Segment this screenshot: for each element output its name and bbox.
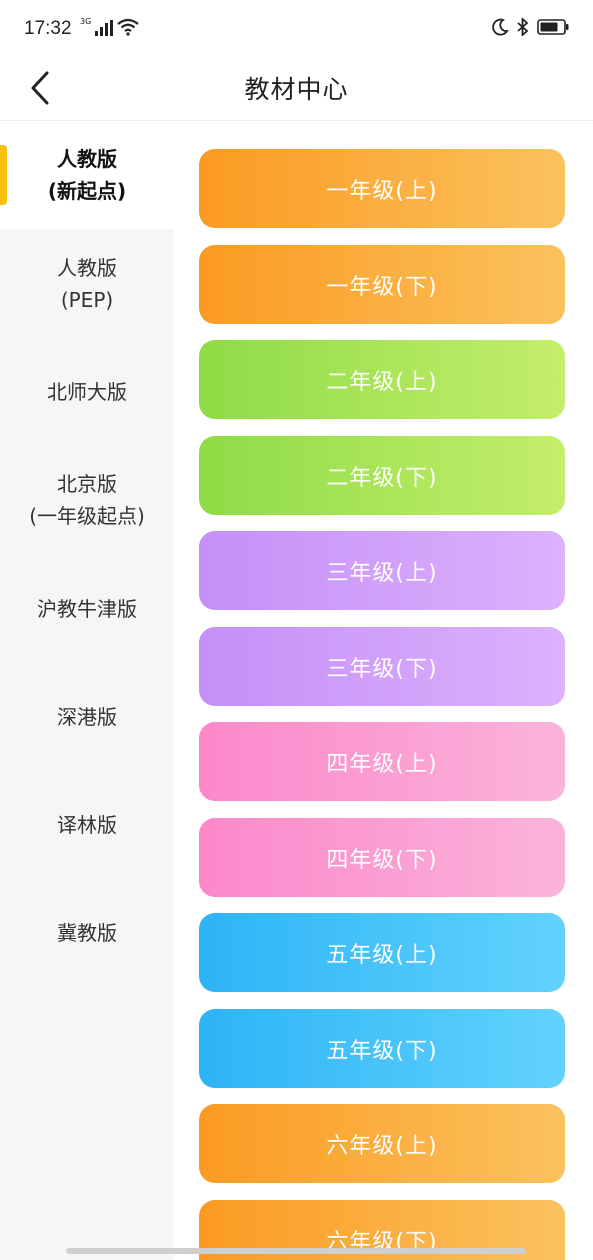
sidebar: 人教版 (新起点) 人教版 (PEP) 北师大版 北京版 (一年级起点) 沪教牛… [0,121,174,1260]
grade-button-6-up[interactable]: 六年级(上) [199,1104,565,1183]
home-indicator [66,1248,526,1254]
signal-icon [95,20,114,36]
grade-button-2-down[interactable]: 二年级(下) [199,436,565,515]
status-left-icons: 3G [80,18,139,36]
status-bar: 17:32 3G [0,0,593,58]
sidebar-item-shengang[interactable]: 深港版 [0,663,174,771]
grade-button-5-up[interactable]: 五年级(上) [199,913,565,992]
grade-button-5-down[interactable]: 五年级(下) [199,1009,565,1088]
sidebar-item-renjiao-xinqidian[interactable]: 人教版 (新起点) [0,121,174,229]
battery-icon [537,19,569,35]
active-indicator [0,145,7,205]
sidebar-item-label: 沪教牛津版 [37,597,137,621]
network-type-label: 3G [80,17,92,26]
sidebar-item-label: 译林版 [57,813,117,837]
page-title: 教材中心 [244,75,349,104]
sidebar-item-renjiao-pep[interactable]: 人教版 (PEP) [0,229,174,339]
wifi-icon [117,18,139,36]
grade-button-3-down[interactable]: 三年级(下) [199,627,565,706]
grade-button-1-down[interactable]: 一年级(下) [199,245,565,324]
sidebar-item-sublabel: (新起点) [47,179,127,203]
sidebar-item-yilin[interactable]: 译林版 [0,771,174,879]
sidebar-item-label: 人教版 [57,147,117,171]
sidebar-item-jijiao[interactable]: 冀教版 [0,879,174,987]
grade-button-3-up[interactable]: 三年级(上) [199,531,565,610]
sidebar-item-label: 北师大版 [47,380,127,404]
bluetooth-icon [517,18,529,36]
status-time: 17:32 [24,18,72,39]
header: 教材中心 [0,58,593,121]
sidebar-item-hujiao-niujin[interactable]: 沪教牛津版 [0,555,174,663]
status-right-icons [491,18,569,36]
sidebar-item-label: 人教版 [57,256,117,280]
grade-button-4-down[interactable]: 四年级(下) [199,818,565,897]
sidebar-item-label: 深港版 [57,705,117,729]
sidebar-item-beijing[interactable]: 北京版 (一年级起点) [0,445,174,555]
grade-button-2-up[interactable]: 二年级(上) [199,340,565,419]
sidebar-item-beishida[interactable]: 北师大版 [0,339,174,445]
grade-button-1-up[interactable]: 一年级(上) [199,149,565,228]
sidebar-item-sublabel: (PEP) [60,288,114,312]
sidebar-item-sublabel: (一年级起点) [29,504,145,528]
grade-button-4-up[interactable]: 四年级(上) [199,722,565,801]
sidebar-item-label: 冀教版 [57,921,117,945]
moon-icon [492,18,509,36]
sidebar-item-label: 北京版 [56,472,117,496]
